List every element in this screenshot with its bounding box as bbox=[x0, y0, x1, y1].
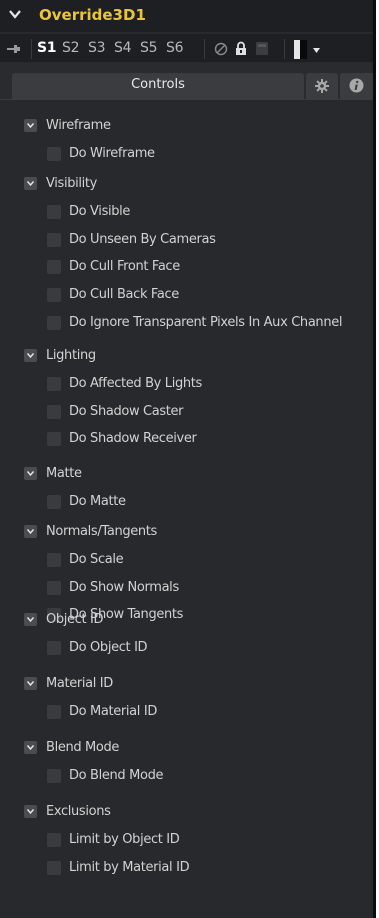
collapse-toggle[interactable] bbox=[24, 741, 37, 754]
toolbar-divider bbox=[284, 39, 285, 59]
pin-icon[interactable] bbox=[7, 44, 21, 54]
chevron-down-icon bbox=[27, 471, 34, 476]
chevron-down-icon bbox=[27, 745, 34, 750]
chevron-down-icon bbox=[27, 809, 34, 814]
version-slot-s5[interactable]: S5 bbox=[140, 40, 158, 56]
checkbox-label: Do Cull Front Face bbox=[69, 259, 180, 275]
collapse-toggle[interactable] bbox=[24, 613, 37, 626]
section-label: Object ID bbox=[46, 612, 104, 627]
chevron-down-icon bbox=[27, 123, 34, 128]
collapse-toggle[interactable] bbox=[24, 467, 37, 480]
section-label: Matte bbox=[46, 466, 82, 481]
checkbox-label: Do Cull Back Face bbox=[69, 287, 179, 302]
checkbox[interactable] bbox=[47, 260, 61, 275]
info-icon bbox=[349, 78, 364, 93]
collapse-toggle[interactable] bbox=[24, 805, 37, 818]
checkbox-label: Do Wireframe bbox=[69, 145, 155, 161]
collapse-toggle[interactable] bbox=[24, 349, 37, 362]
checkbox-label: Limit by Object ID bbox=[69, 831, 180, 847]
version-slot-s6[interactable]: S6 bbox=[166, 40, 184, 56]
checkbox-label: Do Shadow Caster bbox=[69, 403, 184, 419]
checkbox[interactable] bbox=[47, 640, 61, 655]
controls-list: Wireframe Do Wireframe Visibility Do Visibl… bbox=[0, 99, 373, 918]
checkbox[interactable] bbox=[47, 404, 61, 419]
section-label: Normals/Tangents bbox=[46, 524, 157, 539]
gear-icon bbox=[315, 79, 329, 93]
checkbox-label: Do Show Normals bbox=[69, 579, 179, 595]
section-label: Wireframe bbox=[46, 118, 111, 133]
checkbox[interactable] bbox=[47, 315, 61, 330]
section-label: Blend Mode bbox=[46, 740, 120, 755]
checkbox[interactable] bbox=[47, 832, 61, 847]
lock-icon[interactable] bbox=[235, 41, 247, 56]
inspector-tab-bar: Controls bbox=[0, 63, 373, 99]
checkbox[interactable] bbox=[47, 552, 61, 567]
chevron-down-icon bbox=[27, 529, 34, 534]
collapse-toggle[interactable] bbox=[24, 525, 37, 538]
checkbox[interactable] bbox=[47, 860, 61, 875]
tab-info[interactable] bbox=[340, 73, 373, 99]
node-title: Override3D1 bbox=[39, 6, 146, 24]
checkbox-label: Do Material ID bbox=[69, 703, 157, 719]
checkbox-label: Do Visible bbox=[69, 203, 131, 219]
collapse-toggle[interactable] bbox=[24, 177, 37, 190]
chevron-down-icon bbox=[27, 681, 34, 686]
chevron-down-icon[interactable] bbox=[8, 7, 22, 21]
dropdown-arrow-icon[interactable] bbox=[313, 48, 320, 53]
checkbox[interactable] bbox=[47, 580, 61, 595]
version-slot-s4[interactable]: S4 bbox=[114, 40, 132, 56]
node-color-swatch[interactable] bbox=[294, 40, 307, 59]
section-label: Visibility bbox=[46, 176, 97, 191]
chevron-down-icon bbox=[27, 181, 34, 186]
checkbox-label: Do Unseen By Cameras bbox=[69, 231, 216, 247]
toolbar-divider bbox=[204, 39, 205, 59]
checkbox[interactable] bbox=[47, 704, 61, 719]
tab-settings[interactable] bbox=[306, 73, 338, 99]
toolbar-divider bbox=[31, 39, 32, 59]
checkbox-label: Limit by Material ID bbox=[69, 859, 190, 875]
checkbox[interactable] bbox=[47, 288, 61, 302]
checkbox[interactable] bbox=[47, 376, 61, 391]
version-slot-s1[interactable]: S1 bbox=[37, 40, 57, 56]
section-label: Material ID bbox=[46, 676, 113, 691]
checkbox-label: Do Blend Mode bbox=[69, 767, 164, 783]
version-slot-s3[interactable]: S3 bbox=[88, 40, 106, 56]
checkbox-label: Do Object ID bbox=[69, 639, 148, 655]
checkbox[interactable] bbox=[47, 432, 61, 447]
checkbox[interactable] bbox=[47, 204, 61, 219]
checkbox-label: Do Matte bbox=[69, 493, 126, 509]
checkbox[interactable] bbox=[47, 146, 61, 161]
version-toolbar: S1 S2 S3 S4 S5 S6 bbox=[0, 34, 373, 62]
inspector-panel: Override3D1 S1 S2 S3 S4 S5 S6 Controls W… bbox=[0, 0, 376, 918]
checkbox-label: Do Scale bbox=[69, 551, 124, 567]
checkbox[interactable] bbox=[47, 494, 61, 509]
version-slot-s2[interactable]: S2 bbox=[62, 40, 80, 56]
collapse-toggle[interactable] bbox=[24, 677, 37, 690]
save-icon[interactable] bbox=[256, 42, 268, 55]
checkbox-label: Do Affected By Lights bbox=[69, 375, 202, 391]
checkbox[interactable] bbox=[47, 768, 61, 783]
chevron-down-icon bbox=[27, 353, 34, 358]
section-label: Exclusions bbox=[46, 804, 111, 819]
chevron-down-icon bbox=[27, 617, 34, 622]
tab-controls[interactable]: Controls bbox=[12, 73, 304, 99]
checkbox-label: Do Ignore Transparent Pixels In Aux Chan… bbox=[69, 314, 343, 330]
checkbox-label: Do Shadow Receiver bbox=[69, 431, 197, 447]
collapse-toggle[interactable] bbox=[24, 119, 37, 132]
section-label: Lighting bbox=[46, 348, 96, 363]
disable-icon[interactable] bbox=[214, 42, 228, 56]
checkbox[interactable] bbox=[47, 232, 61, 247]
node-title-bar[interactable]: Override3D1 bbox=[0, 0, 373, 32]
